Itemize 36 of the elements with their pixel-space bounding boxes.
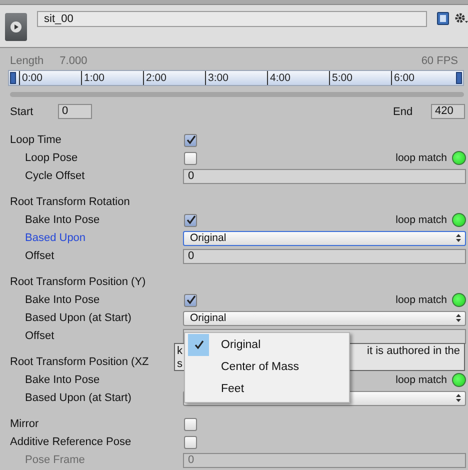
field-label: Loop Time (10, 134, 62, 146)
field-label: Mirror (10, 418, 39, 430)
time-label: 4:00 (269, 71, 290, 85)
field-label: Based Upon (25, 232, 86, 244)
field-label: Offset (25, 250, 54, 262)
field-label: Based Upon (at Start) (25, 312, 132, 324)
loop-match-label: loop match (396, 294, 447, 306)
field-label: Pose Frame (25, 454, 85, 466)
field-label: Bake Into Pose (25, 374, 100, 386)
time-label: 5:00 (331, 71, 352, 85)
tooltip-text: it is authored in the (367, 345, 461, 359)
field-label: Bake Into Pose (25, 214, 100, 226)
field-label: Loop Pose (25, 152, 78, 164)
length-value: 7.000 (60, 55, 88, 67)
time-label: 1:00 (83, 71, 104, 85)
section-heading: Root Transform Position (XZ (10, 356, 149, 368)
tooltip-text: s (177, 358, 182, 371)
time-label: 0:00 (21, 71, 42, 85)
loop-match-label: loop match (396, 374, 447, 386)
time-label: 6:00 (393, 71, 414, 85)
loop-match-label: loop match (396, 152, 447, 164)
start-label: Start (10, 106, 34, 118)
tooltip-text: k (177, 345, 182, 358)
field-label: Cycle Offset (25, 170, 85, 182)
section-heading: Root Transform Rotation (10, 196, 130, 208)
fps-label: 60 FPS (421, 55, 458, 67)
section-heading: Root Transform Position (Y) (10, 276, 146, 288)
field-label: Bake Into Pose (25, 294, 100, 306)
length-label: Length (10, 55, 44, 67)
field-label: Offset (25, 330, 54, 342)
time-label: 3:00 (207, 71, 228, 85)
time-label: 2:00 (145, 71, 166, 85)
loop-match-label: loop match (396, 214, 447, 226)
end-label: End (393, 106, 412, 118)
field-label: Additive Reference Pose (10, 436, 132, 448)
field-label: Based Upon (at Start) (25, 392, 132, 404)
